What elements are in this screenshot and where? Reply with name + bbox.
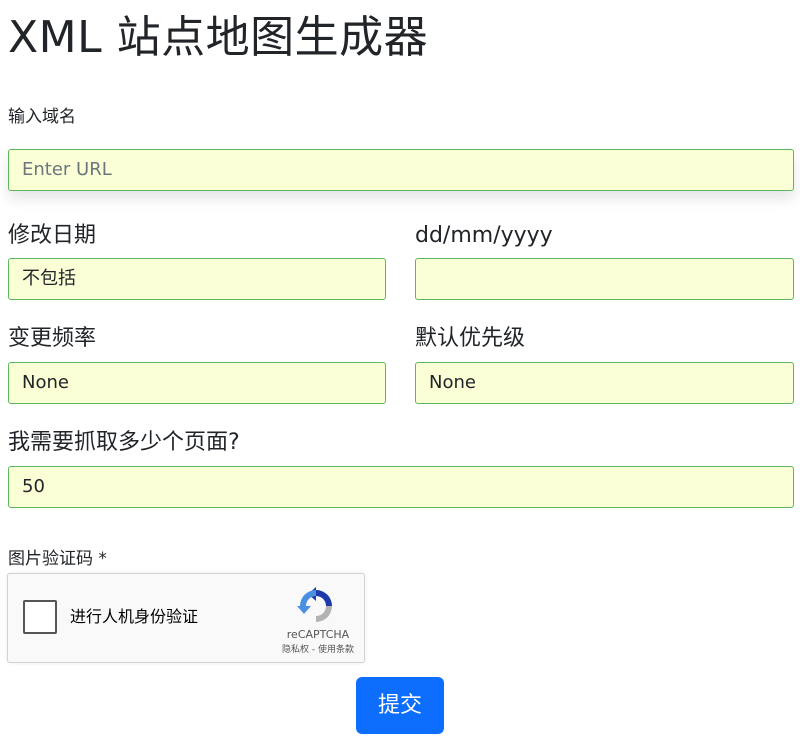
modified-date-label: 修改日期 [8, 223, 97, 248]
page-title: XML 站点地图生成器 [8, 12, 429, 63]
domain-label: 输入域名 [8, 107, 76, 127]
default-priority-label: 默认优先级 [415, 326, 526, 351]
captcha-label: 图片验证码 * [8, 549, 107, 569]
default-priority-select[interactable]: None [415, 362, 794, 404]
modified-date-select[interactable]: 不包括 [8, 258, 386, 300]
recaptcha-checkbox[interactable] [23, 600, 57, 634]
change-frequency-select[interactable]: None [8, 362, 386, 404]
date-format-label: dd/mm/yyyy [415, 223, 553, 248]
pages-to-crawl-select[interactable]: 50 [8, 466, 794, 508]
recaptcha-checkbox-label: 进行人机身份验证 [70, 607, 199, 626]
pages-to-crawl-value: 50 [22, 476, 45, 497]
recaptcha-terms-link[interactable]: 隐私权 - 使用条款 [270, 644, 366, 656]
domain-url-input[interactable]: Enter URL [8, 149, 794, 191]
default-priority-value: None [429, 372, 476, 393]
change-frequency-value: None [22, 372, 69, 393]
recaptcha-logo-icon [297, 587, 332, 622]
recaptcha-widget: 进行人机身份验证 reCAPTCHA 隐私权 - 使用条款 [7, 573, 365, 663]
submit-button[interactable]: 提交 [356, 677, 444, 734]
domain-url-placeholder: Enter URL [22, 159, 112, 180]
modified-date-value: 不包括 [22, 268, 76, 289]
recaptcha-brand: reCAPTCHA [286, 628, 350, 641]
change-frequency-label: 变更频率 [8, 326, 97, 351]
pages-to-crawl-label: 我需要抓取多少个页面? [8, 430, 240, 455]
date-input[interactable] [415, 258, 794, 300]
